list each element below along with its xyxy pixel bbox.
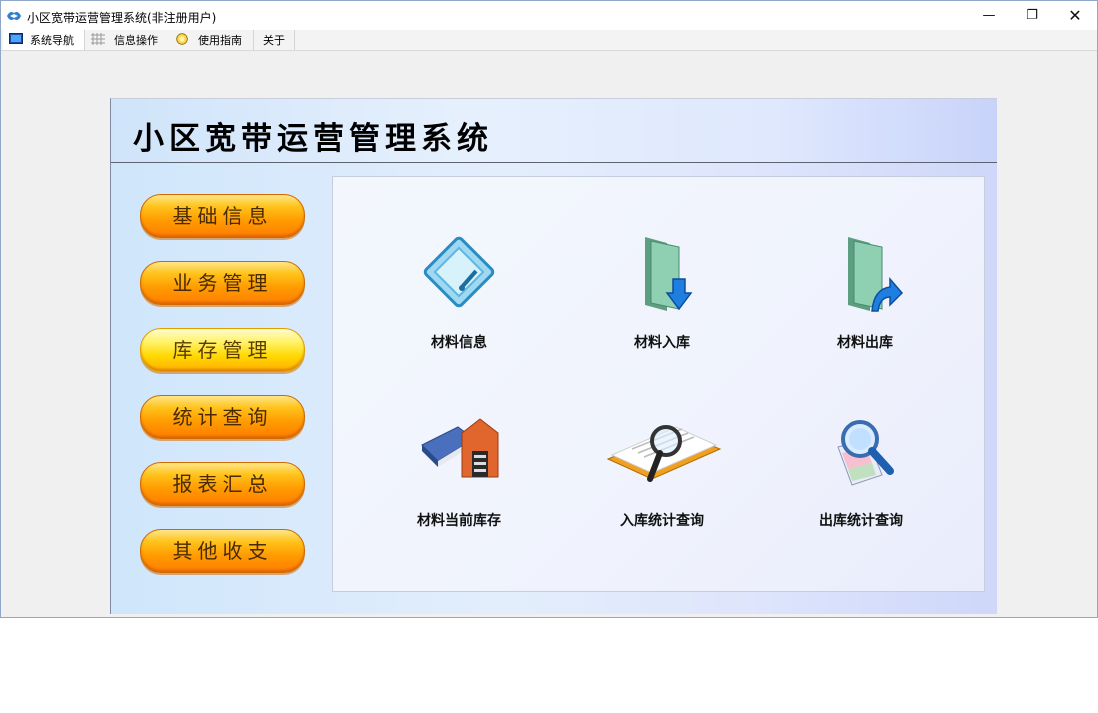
tile-label: 材料信息 bbox=[431, 335, 487, 351]
tile-label: 材料入库 bbox=[634, 335, 690, 351]
tile-label: 材料当前库存 bbox=[417, 513, 501, 529]
tile-material-info[interactable]: 材料信息 bbox=[389, 227, 529, 367]
main-panel: 小区宽带运营管理系统 基础信息 业务管理 库存管理 统计查询 报表汇总 其他收支… bbox=[110, 98, 997, 614]
tab-about[interactable]: 关于 bbox=[253, 30, 295, 50]
help-circle-icon bbox=[176, 33, 188, 45]
magnifier-document-icon bbox=[606, 425, 722, 482]
tile-label: 材料出库 bbox=[837, 335, 893, 351]
material-info-icon bbox=[423, 236, 495, 308]
tile-current-stock[interactable]: 材料当前库存 bbox=[389, 405, 529, 545]
sidebar-item-basic-info[interactable]: 基础信息 bbox=[140, 194, 305, 238]
tab-label: 信息操作 bbox=[114, 34, 158, 47]
minimize-button[interactable]: — bbox=[967, 1, 1011, 30]
function-area: 材料信息 材料入库 材料出库 材料当前库存 入库统计查询 出库统计查询 bbox=[332, 176, 985, 592]
tile-label: 入库统计查询 bbox=[620, 513, 704, 529]
folder-down-arrow-icon bbox=[645, 237, 693, 311]
tile-label: 出库统计查询 bbox=[819, 513, 903, 529]
header-banner: 小区宽带运营管理系统 bbox=[111, 99, 997, 163]
tab-label: 系统导航 bbox=[30, 34, 74, 47]
sidebar-item-statistics[interactable]: 统计查询 bbox=[140, 395, 305, 439]
tile-material-inbound[interactable]: 材料入库 bbox=[592, 227, 732, 367]
tile-material-outbound[interactable]: 材料出库 bbox=[795, 227, 935, 367]
folder-forward-arrow-icon bbox=[848, 237, 904, 312]
sidebar-item-other-income[interactable]: 其他收支 bbox=[140, 529, 305, 573]
sidebar: 基础信息 业务管理 库存管理 统计查询 报表汇总 其他收支 bbox=[111, 163, 331, 614]
sidebar-item-reports[interactable]: 报表汇总 bbox=[140, 462, 305, 506]
search-map-icon bbox=[837, 420, 894, 486]
close-button[interactable]: ✕ bbox=[1053, 1, 1097, 30]
tab-info-ops[interactable]: 信息操作 bbox=[85, 30, 169, 50]
book-house-icon bbox=[421, 418, 499, 478]
tab-user-guide[interactable]: 使用指南 bbox=[169, 30, 253, 50]
tile-inbound-stats[interactable]: 入库统计查询 bbox=[592, 405, 732, 545]
app-logo-icon bbox=[7, 12, 21, 20]
maximize-button[interactable]: ❐ bbox=[1010, 1, 1054, 30]
window-title: 小区宽带运营管理系统(非注册用户) bbox=[27, 11, 217, 25]
grid-icon bbox=[91, 33, 105, 45]
tab-label: 关于 bbox=[263, 34, 285, 47]
sidebar-item-inventory[interactable]: 库存管理 bbox=[140, 328, 305, 372]
title-bar: 小区宽带运营管理系统(非注册用户) — ❐ ✕ bbox=[1, 1, 1097, 30]
tab-system-nav[interactable]: 系统导航 bbox=[3, 30, 85, 50]
page-title: 小区宽带运营管理系统 bbox=[133, 121, 493, 157]
tab-bar: 系统导航 信息操作 使用指南 关于 bbox=[1, 30, 1097, 51]
sidebar-item-business[interactable]: 业务管理 bbox=[140, 261, 305, 305]
monitor-icon bbox=[9, 33, 23, 44]
tile-outbound-stats[interactable]: 出库统计查询 bbox=[791, 405, 931, 545]
tab-label: 使用指南 bbox=[198, 34, 242, 47]
